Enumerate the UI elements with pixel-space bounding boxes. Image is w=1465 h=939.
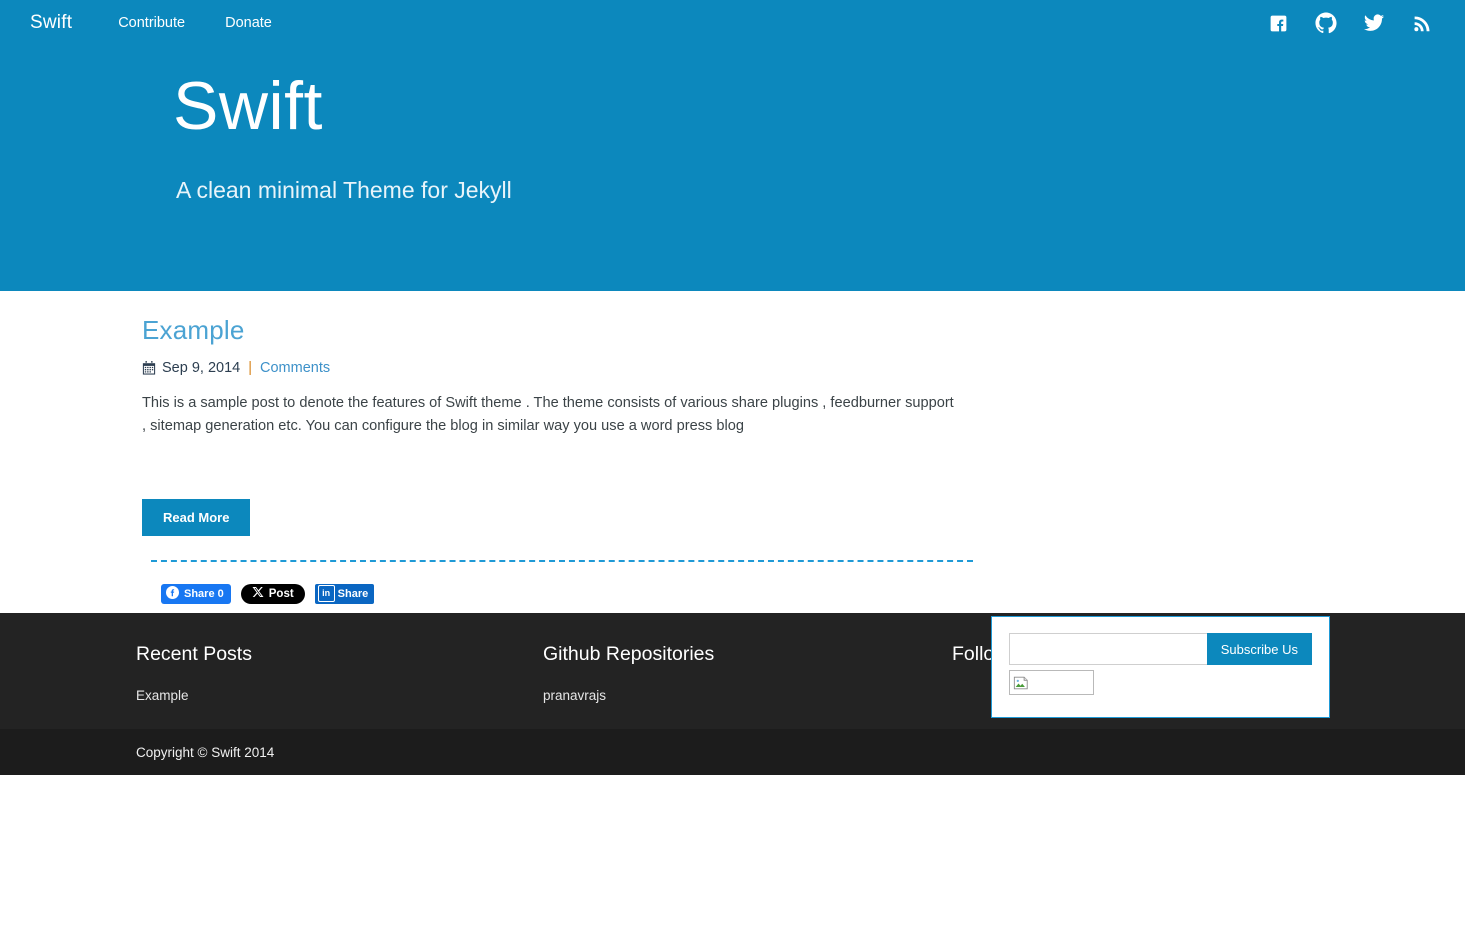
linkedin-share-button[interactable]: in Share: [314, 583, 375, 604]
subscribe-form: Subscribe Us: [1009, 633, 1312, 665]
nav-left-group: Swift Contribute Donate: [22, 12, 312, 34]
copyright-bar: Copyright © Swift 2014: [0, 729, 1465, 775]
broken-image-icon: [1009, 670, 1094, 695]
twitter-post-label: Post: [268, 587, 294, 600]
footer-heading-recent-posts: Recent Posts: [136, 643, 252, 665]
twitter-icon[interactable]: [1363, 12, 1385, 34]
social-links-group: [1267, 12, 1443, 34]
linkedin-icon: in: [317, 585, 335, 603]
copyright-text: Copyright © Swift 2014: [136, 744, 275, 760]
nav-link-contribute[interactable]: Contribute: [118, 15, 185, 31]
facebook-share-button[interactable]: Share 0: [161, 583, 231, 604]
comments-link[interactable]: Comments: [260, 360, 330, 376]
post-column: Example Sep 9, 2014 | Comments This is a…: [142, 291, 982, 613]
rss-icon[interactable]: [1411, 12, 1433, 34]
page-title: Swift: [173, 68, 323, 144]
footer-recent-post-item[interactable]: Example: [136, 688, 543, 703]
post-excerpt: This is a sample post to denote the feat…: [142, 395, 954, 434]
subscribe-button[interactable]: Subscribe Us: [1206, 633, 1312, 665]
top-navbar: Swift Contribute Donate: [0, 0, 1465, 46]
page-subtitle: A clean minimal Theme for Jekyll: [176, 177, 512, 203]
x-icon: [252, 586, 264, 601]
meta-separator: |: [248, 360, 252, 376]
footer-column-recent-posts: Recent Posts Example: [136, 643, 543, 703]
hero-header: Swift Contribute Donate Swift A clean mi…: [0, 0, 1465, 291]
main-content: Example Sep 9, 2014 | Comments This is a…: [0, 291, 1465, 718]
footer-github-repo-item[interactable]: pranavrajs: [543, 688, 952, 703]
github-icon[interactable]: [1315, 12, 1337, 34]
nav-link-donate[interactable]: Donate: [225, 15, 272, 31]
footer-column-github-repositories: Github Repositories pranavrajs: [543, 643, 952, 703]
page-blank-area: [0, 775, 1465, 939]
read-more-button[interactable]: Read More: [142, 498, 251, 536]
twitter-post-button[interactable]: Post: [240, 583, 305, 604]
post-divider: [151, 559, 973, 562]
facebook-share-label: Share 0: [184, 587, 224, 600]
post-title[interactable]: Example: [142, 315, 982, 346]
subscribe-widget: Subscribe Us: [991, 616, 1330, 718]
hero-body: Swift A clean minimal Theme for Jekyll: [0, 46, 1465, 204]
facebook-icon[interactable]: [1267, 12, 1289, 34]
footer-heading-github-repositories: Github Repositories: [543, 643, 715, 665]
calendar-icon: [142, 361, 156, 375]
linkedin-share-label: Share: [337, 587, 369, 600]
share-buttons-row: Share 0 Post in Share: [161, 583, 982, 604]
sidebar: Subscribe Us: [991, 616, 1330, 718]
post-meta: Sep 9, 2014 | Comments: [142, 360, 982, 376]
post-date: Sep 9, 2014: [162, 360, 241, 376]
subscribe-email-input[interactable]: [1009, 633, 1207, 665]
facebook-icon: [166, 585, 179, 602]
brand-logo[interactable]: Swift: [22, 12, 72, 34]
